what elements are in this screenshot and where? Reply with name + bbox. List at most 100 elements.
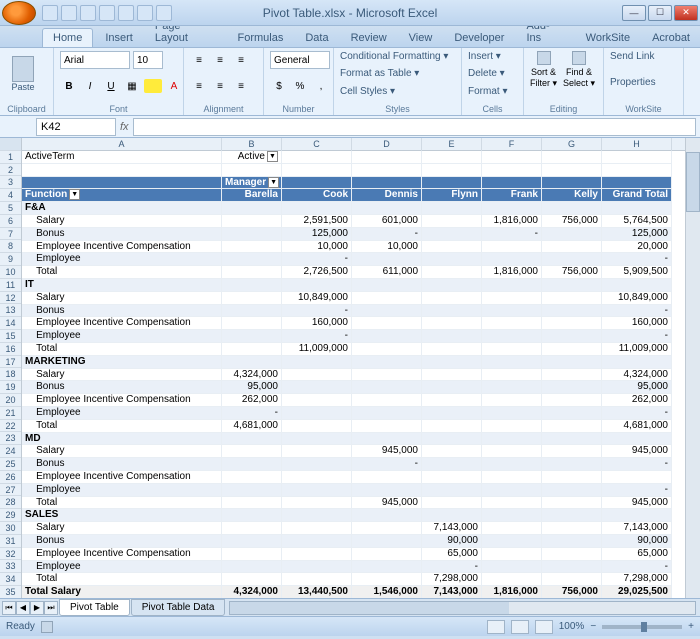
cell[interactable]: 90,000 [422,535,482,548]
cell[interactable] [352,305,422,318]
cell[interactable]: 10,849,000 [282,292,352,305]
fill-color-button[interactable] [144,79,162,93]
send-link-button[interactable]: Send Link [610,51,677,62]
zoom-in-button[interactable]: + [688,621,694,632]
cell[interactable]: 10,000 [282,241,352,254]
cell[interactable] [542,343,602,356]
cell[interactable] [482,202,542,215]
cell[interactable] [542,241,602,254]
align-left-icon[interactable]: ≡ [190,77,208,95]
comma-icon[interactable]: , [312,77,330,95]
zoom-thumb[interactable] [641,622,647,632]
cell[interactable]: Total [22,343,222,356]
cell[interactable] [542,484,602,497]
cell[interactable]: F&A [22,202,222,215]
cell[interactable] [352,522,422,535]
cell[interactable] [482,394,542,407]
name-box[interactable] [36,118,116,136]
cell[interactable] [22,177,222,190]
cell[interactable]: Flynn [422,189,482,202]
cell[interactable] [282,420,352,433]
cell[interactable]: Barella [222,189,282,202]
qat-undo-icon[interactable] [61,5,77,21]
cell[interactable]: - [482,228,542,241]
zoom-level[interactable]: 100% [559,621,585,632]
cell[interactable] [222,535,282,548]
cell[interactable]: 756,000 [542,266,602,279]
row-header[interactable]: 27 [0,484,21,497]
cell[interactable] [602,471,672,484]
cell[interactable] [482,497,542,510]
cell[interactable] [282,279,352,292]
paste-button[interactable]: Paste [6,51,40,97]
cell[interactable] [282,407,352,420]
cell[interactable] [222,497,282,510]
cell[interactable]: ActiveTerm [22,151,222,164]
cell[interactable]: Salary [22,215,222,228]
cell[interactable] [282,509,352,522]
cell[interactable]: - [602,561,672,574]
view-pagebreak-icon[interactable] [535,620,553,634]
cell[interactable] [282,522,352,535]
cell[interactable]: 7,298,000 [422,573,482,586]
cell[interactable]: - [602,253,672,266]
align-bot-icon[interactable]: ≡ [232,51,250,69]
cell[interactable]: Total [22,497,222,510]
cell[interactable] [222,343,282,356]
cell[interactable] [222,484,282,497]
cell[interactable] [222,253,282,266]
cell[interactable]: Employee [22,561,222,574]
cell[interactable] [352,292,422,305]
filter-dropdown-icon[interactable]: ▼ [267,151,278,162]
cell[interactable] [422,292,482,305]
cell[interactable] [282,497,352,510]
cell[interactable] [422,369,482,382]
cell[interactable]: - [602,305,672,318]
cell[interactable] [602,433,672,446]
cell[interactable]: - [352,458,422,471]
cell[interactable]: 945,000 [352,497,422,510]
row-header[interactable]: 33 [0,560,21,573]
cell[interactable] [482,317,542,330]
cell[interactable] [542,253,602,266]
cell[interactable] [352,330,422,343]
row-header[interactable]: 3 [0,176,21,189]
cell[interactable] [482,522,542,535]
cell[interactable] [482,561,542,574]
border-button[interactable]: ▦ [123,77,141,95]
office-button[interactable] [2,1,36,25]
cell[interactable] [542,445,602,458]
cell[interactable] [542,369,602,382]
cell[interactable] [282,458,352,471]
cell[interactable] [282,445,352,458]
cell[interactable] [282,177,352,190]
cell[interactable] [222,215,282,228]
qat-print-icon[interactable] [99,5,115,21]
cell[interactable] [222,561,282,574]
cell[interactable] [352,317,422,330]
cell[interactable] [352,177,422,190]
cell[interactable] [352,151,422,164]
cell[interactable] [542,497,602,510]
cell[interactable]: MD [22,433,222,446]
cell[interactable] [352,369,422,382]
cell[interactable]: 2,726,500 [282,266,352,279]
cell[interactable] [482,484,542,497]
row-header[interactable]: 1 [0,151,21,164]
cell[interactable] [282,535,352,548]
row-header[interactable]: 9 [0,253,21,266]
cell[interactable] [422,433,482,446]
cell[interactable]: Salary [22,369,222,382]
cell[interactable]: 1,816,000 [482,266,542,279]
row-header[interactable]: 35 [0,586,21,598]
percent-icon[interactable]: % [291,77,309,95]
row-header[interactable]: 18 [0,368,21,381]
cell[interactable] [422,484,482,497]
cell[interactable] [482,471,542,484]
cell[interactable] [482,177,542,190]
cell[interactable]: Salary [22,522,222,535]
cell[interactable] [422,202,482,215]
row-header[interactable]: 14 [0,317,21,330]
close-button[interactable]: ✕ [674,5,698,21]
column-header[interactable]: G [542,138,602,151]
